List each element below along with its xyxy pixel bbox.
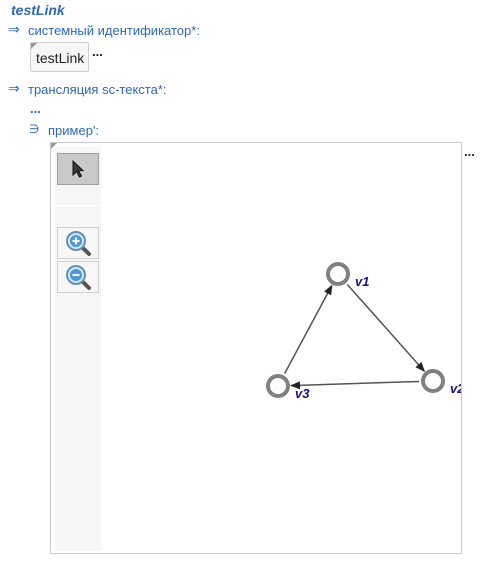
translation-suffix: : [162, 82, 167, 97]
system-id-relation[interactable]: системный идентификатор*: [28, 23, 200, 38]
membership-marker-icon: ∋ [29, 122, 40, 136]
toolbar-divider [55, 205, 101, 206]
graph-canvas[interactable]: v1 v2 v3 [101, 143, 461, 553]
zoom-in-button[interactable] [57, 227, 99, 259]
arcs-layer [283, 283, 426, 390]
example-relation[interactable]: пример': [48, 123, 99, 138]
translation-relation[interactable]: трансляция sc-текста*: [28, 82, 167, 97]
node-label-v3: v3 [295, 386, 310, 401]
system-id-value-box[interactable]: testLink [30, 42, 89, 72]
zoom-out-icon [66, 265, 91, 290]
arc-v3-v1[interactable] [283, 284, 333, 375]
nodes-layer: v1 v2 v3 [266, 262, 461, 401]
system-id-label: системный идентификатор [28, 23, 192, 38]
arc-v1-v2[interactable] [346, 283, 426, 373]
example-label: пример [48, 123, 93, 138]
translation-label: трансляция sc-текста [28, 82, 158, 97]
example-suffix: : [95, 123, 100, 138]
cursor-arrow-icon [72, 159, 85, 178]
editor-toolbar [55, 147, 101, 551]
element-title[interactable]: testLink [11, 2, 65, 18]
relation-marker-icon: ⇒ [8, 21, 20, 37]
translation-more[interactable]: ... [30, 101, 41, 116]
node-v1[interactable] [326, 262, 350, 286]
node-v2[interactable] [421, 369, 445, 393]
zoom-out-button[interactable] [57, 261, 99, 293]
corner-marker-icon [31, 43, 37, 49]
graph-editor[interactable]: v1 v2 v3 [50, 142, 462, 554]
system-id-more[interactable]: ... [92, 44, 103, 59]
system-id-value: testLink [36, 50, 85, 66]
zoom-in-icon [66, 231, 91, 256]
node-label-v2: v2 [450, 381, 461, 396]
example-more[interactable]: ... [464, 144, 475, 159]
node-label-v1: v1 [355, 274, 369, 289]
select-tool-button[interactable] [57, 153, 99, 185]
arc-v2-v3[interactable] [289, 380, 420, 390]
system-id-suffix: : [196, 23, 200, 38]
node-v3[interactable] [266, 374, 290, 398]
relation-marker-icon: ⇒ [8, 80, 20, 96]
